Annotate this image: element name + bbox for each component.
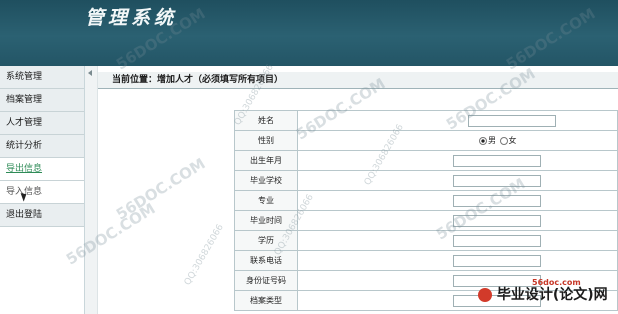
field-label: 学历 xyxy=(234,230,298,251)
field-label: 档案类型 xyxy=(234,290,298,311)
gender-group: 男 女 xyxy=(478,136,517,145)
breadcrumb-text: 当前位置：增加人才（必须填写所有项目） xyxy=(112,75,284,85)
form-row: 学历 xyxy=(234,230,618,251)
field-label: 专业 xyxy=(234,190,298,211)
sidebar-nav: 系统管理 档案管理 人才管理 统计分析 导出信息 导入信息 退出登陆 xyxy=(0,66,85,314)
form-row: 毕业时间 xyxy=(234,210,618,231)
field-label: 性别 xyxy=(234,130,298,151)
gender-female-radio[interactable] xyxy=(499,136,508,145)
sidebar-item-system[interactable]: 系统管理 xyxy=(0,66,84,89)
watermark-site: 56DOC.COM xyxy=(112,154,209,224)
name-input[interactable] xyxy=(468,114,556,127)
birth-input[interactable] xyxy=(453,154,541,167)
logo-mark-icon xyxy=(478,288,492,302)
field-label: 姓名 xyxy=(234,110,298,131)
field-label: 毕业时间 xyxy=(234,210,298,231)
breadcrumb: 当前位置：增加人才（必须填写所有项目） xyxy=(98,72,618,89)
sidebar-item-logout[interactable]: 退出登陆 xyxy=(0,204,84,227)
site-logo: 56doc.com 毕业设计(论文)网 xyxy=(478,278,618,314)
logo-subtitle: 56doc.com xyxy=(532,278,581,287)
gender-male-label: 男 xyxy=(488,136,496,145)
form-row: 联系电话 xyxy=(234,250,618,271)
field-label: 毕业学校 xyxy=(234,170,298,191)
sidebar-item-stats[interactable]: 统计分析 xyxy=(0,135,84,158)
form-row: 毕业学校 xyxy=(234,170,618,191)
app-title: 管理系统 xyxy=(85,7,178,29)
field-label: 身份证号码 xyxy=(234,270,298,291)
gender-male-radio[interactable] xyxy=(479,136,487,145)
school-input[interactable] xyxy=(453,174,541,187)
sidebar-item-import[interactable]: 导入信息 xyxy=(0,181,84,204)
phone-input[interactable] xyxy=(453,254,541,267)
sidebar-item-export[interactable]: 导出信息 xyxy=(0,158,84,181)
form-row: 姓名 xyxy=(234,110,618,131)
sidebar-item-talent[interactable]: 人才管理 xyxy=(0,112,84,135)
field-label: 出生年月 xyxy=(234,150,298,171)
major-input[interactable] xyxy=(453,194,541,207)
logo-text: 毕业设计(论文)网 xyxy=(496,287,608,303)
app-header: 管理系统 xyxy=(0,0,618,66)
field-label: 联系电话 xyxy=(234,250,298,271)
graduation-date-input[interactable] xyxy=(453,214,541,227)
form-row: 专业 xyxy=(234,190,618,211)
form-row: 性别 男 女 xyxy=(234,130,618,151)
gender-female-label: 女 xyxy=(508,136,517,145)
degree-input[interactable] xyxy=(453,234,541,247)
frame-splitter[interactable] xyxy=(85,66,98,314)
collapse-arrow-icon[interactable] xyxy=(88,70,92,76)
watermark-qq: QQ:306826066 xyxy=(182,222,226,288)
form-row: 出生年月 xyxy=(234,150,618,171)
sidebar-item-archive[interactable]: 档案管理 xyxy=(0,89,84,112)
